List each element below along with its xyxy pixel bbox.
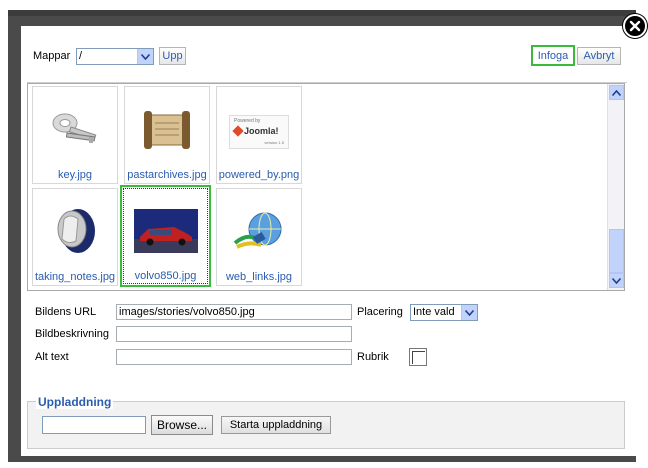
chevron-down-icon[interactable] bbox=[137, 49, 153, 64]
folder-select[interactable]: / bbox=[76, 48, 154, 65]
keys-icon bbox=[52, 113, 97, 143]
powered-by-text: Powered by bbox=[234, 118, 261, 124]
image-thumb-web-links[interactable]: web_links.jpg bbox=[216, 188, 302, 286]
insert-button[interactable]: Infoga bbox=[531, 45, 575, 66]
caption-checkbox[interactable] bbox=[409, 348, 427, 366]
image-thumb-pastarchives[interactable]: pastarchives.jpg bbox=[124, 86, 210, 184]
image-caption: volvo850.jpg bbox=[134, 270, 197, 282]
cancel-button[interactable]: Avbryt bbox=[577, 47, 621, 65]
image-thumb-key[interactable]: key.jpg bbox=[32, 86, 118, 184]
upload-fieldset: Browse... Starta uppladdning bbox=[27, 401, 625, 449]
image-caption: powered_by.png bbox=[218, 169, 300, 181]
folder-label: Mappar bbox=[33, 50, 71, 62]
placement-value: Inte vald bbox=[413, 306, 455, 318]
placement-select[interactable]: Inte vald bbox=[410, 304, 478, 321]
scroll-down-button[interactable] bbox=[609, 273, 624, 288]
image-caption: pastarchives.jpg bbox=[127, 169, 207, 181]
image-browser: key.jpg pastarchives.jpg Powered by Joom… bbox=[27, 83, 625, 291]
image-caption: web_links.jpg bbox=[225, 271, 293, 283]
chevron-up-icon bbox=[612, 89, 621, 96]
web-links-icon bbox=[233, 212, 282, 249]
image-browser-scrollbar[interactable] bbox=[607, 84, 624, 290]
alt-text-label: Alt text bbox=[35, 351, 69, 363]
url-label: Bildens URL bbox=[35, 306, 97, 318]
upload-legend: Uppladdning bbox=[36, 395, 114, 409]
close-icon bbox=[629, 20, 641, 32]
folder-value: / bbox=[79, 50, 83, 62]
description-label: Bildbeskrivning bbox=[35, 328, 109, 340]
notes-icon bbox=[57, 209, 95, 253]
file-path-input[interactable] bbox=[42, 416, 146, 434]
scroll-up-button[interactable] bbox=[609, 85, 624, 100]
scrollbar-thumb[interactable] bbox=[609, 229, 624, 273]
image-thumb-volvo850[interactable]: volvo850.jpg bbox=[120, 185, 211, 287]
joomla-logo-icon: Powered by Joomla! version 1.5 bbox=[229, 115, 289, 149]
joomla-brand-text: Joomla! bbox=[244, 126, 279, 136]
url-input[interactable] bbox=[116, 304, 352, 320]
image-caption: taking_notes.jpg bbox=[34, 271, 116, 283]
image-caption: key.jpg bbox=[57, 169, 93, 181]
joomla-version-text: version 1.5 bbox=[264, 140, 284, 145]
chevron-down-icon[interactable] bbox=[461, 305, 477, 320]
image-thumb-powered-by[interactable]: Powered by Joomla! version 1.5 powered_b… bbox=[216, 86, 302, 184]
caption-label: Rubrik bbox=[357, 351, 389, 363]
browse-button[interactable]: Browse... bbox=[151, 415, 213, 435]
placement-label: Placering bbox=[357, 306, 403, 318]
chevron-down-icon bbox=[612, 277, 621, 284]
joomla-mark-icon bbox=[232, 125, 244, 137]
scroll-icon bbox=[144, 111, 190, 149]
start-upload-button[interactable]: Starta uppladdning bbox=[221, 416, 331, 434]
close-button[interactable] bbox=[623, 14, 647, 38]
image-thumb-taking-notes[interactable]: taking_notes.jpg bbox=[32, 188, 118, 286]
alt-text-input[interactable] bbox=[116, 349, 352, 365]
car-photo-icon bbox=[133, 209, 198, 253]
image-properties: Bildens URL Placering Inte vald Bildbesk… bbox=[27, 293, 625, 381]
image-manager-toolbar: Mappar / Upp Infoga Avbryt bbox=[27, 37, 627, 77]
description-input[interactable] bbox=[116, 326, 352, 342]
up-button[interactable]: Upp bbox=[159, 47, 186, 65]
